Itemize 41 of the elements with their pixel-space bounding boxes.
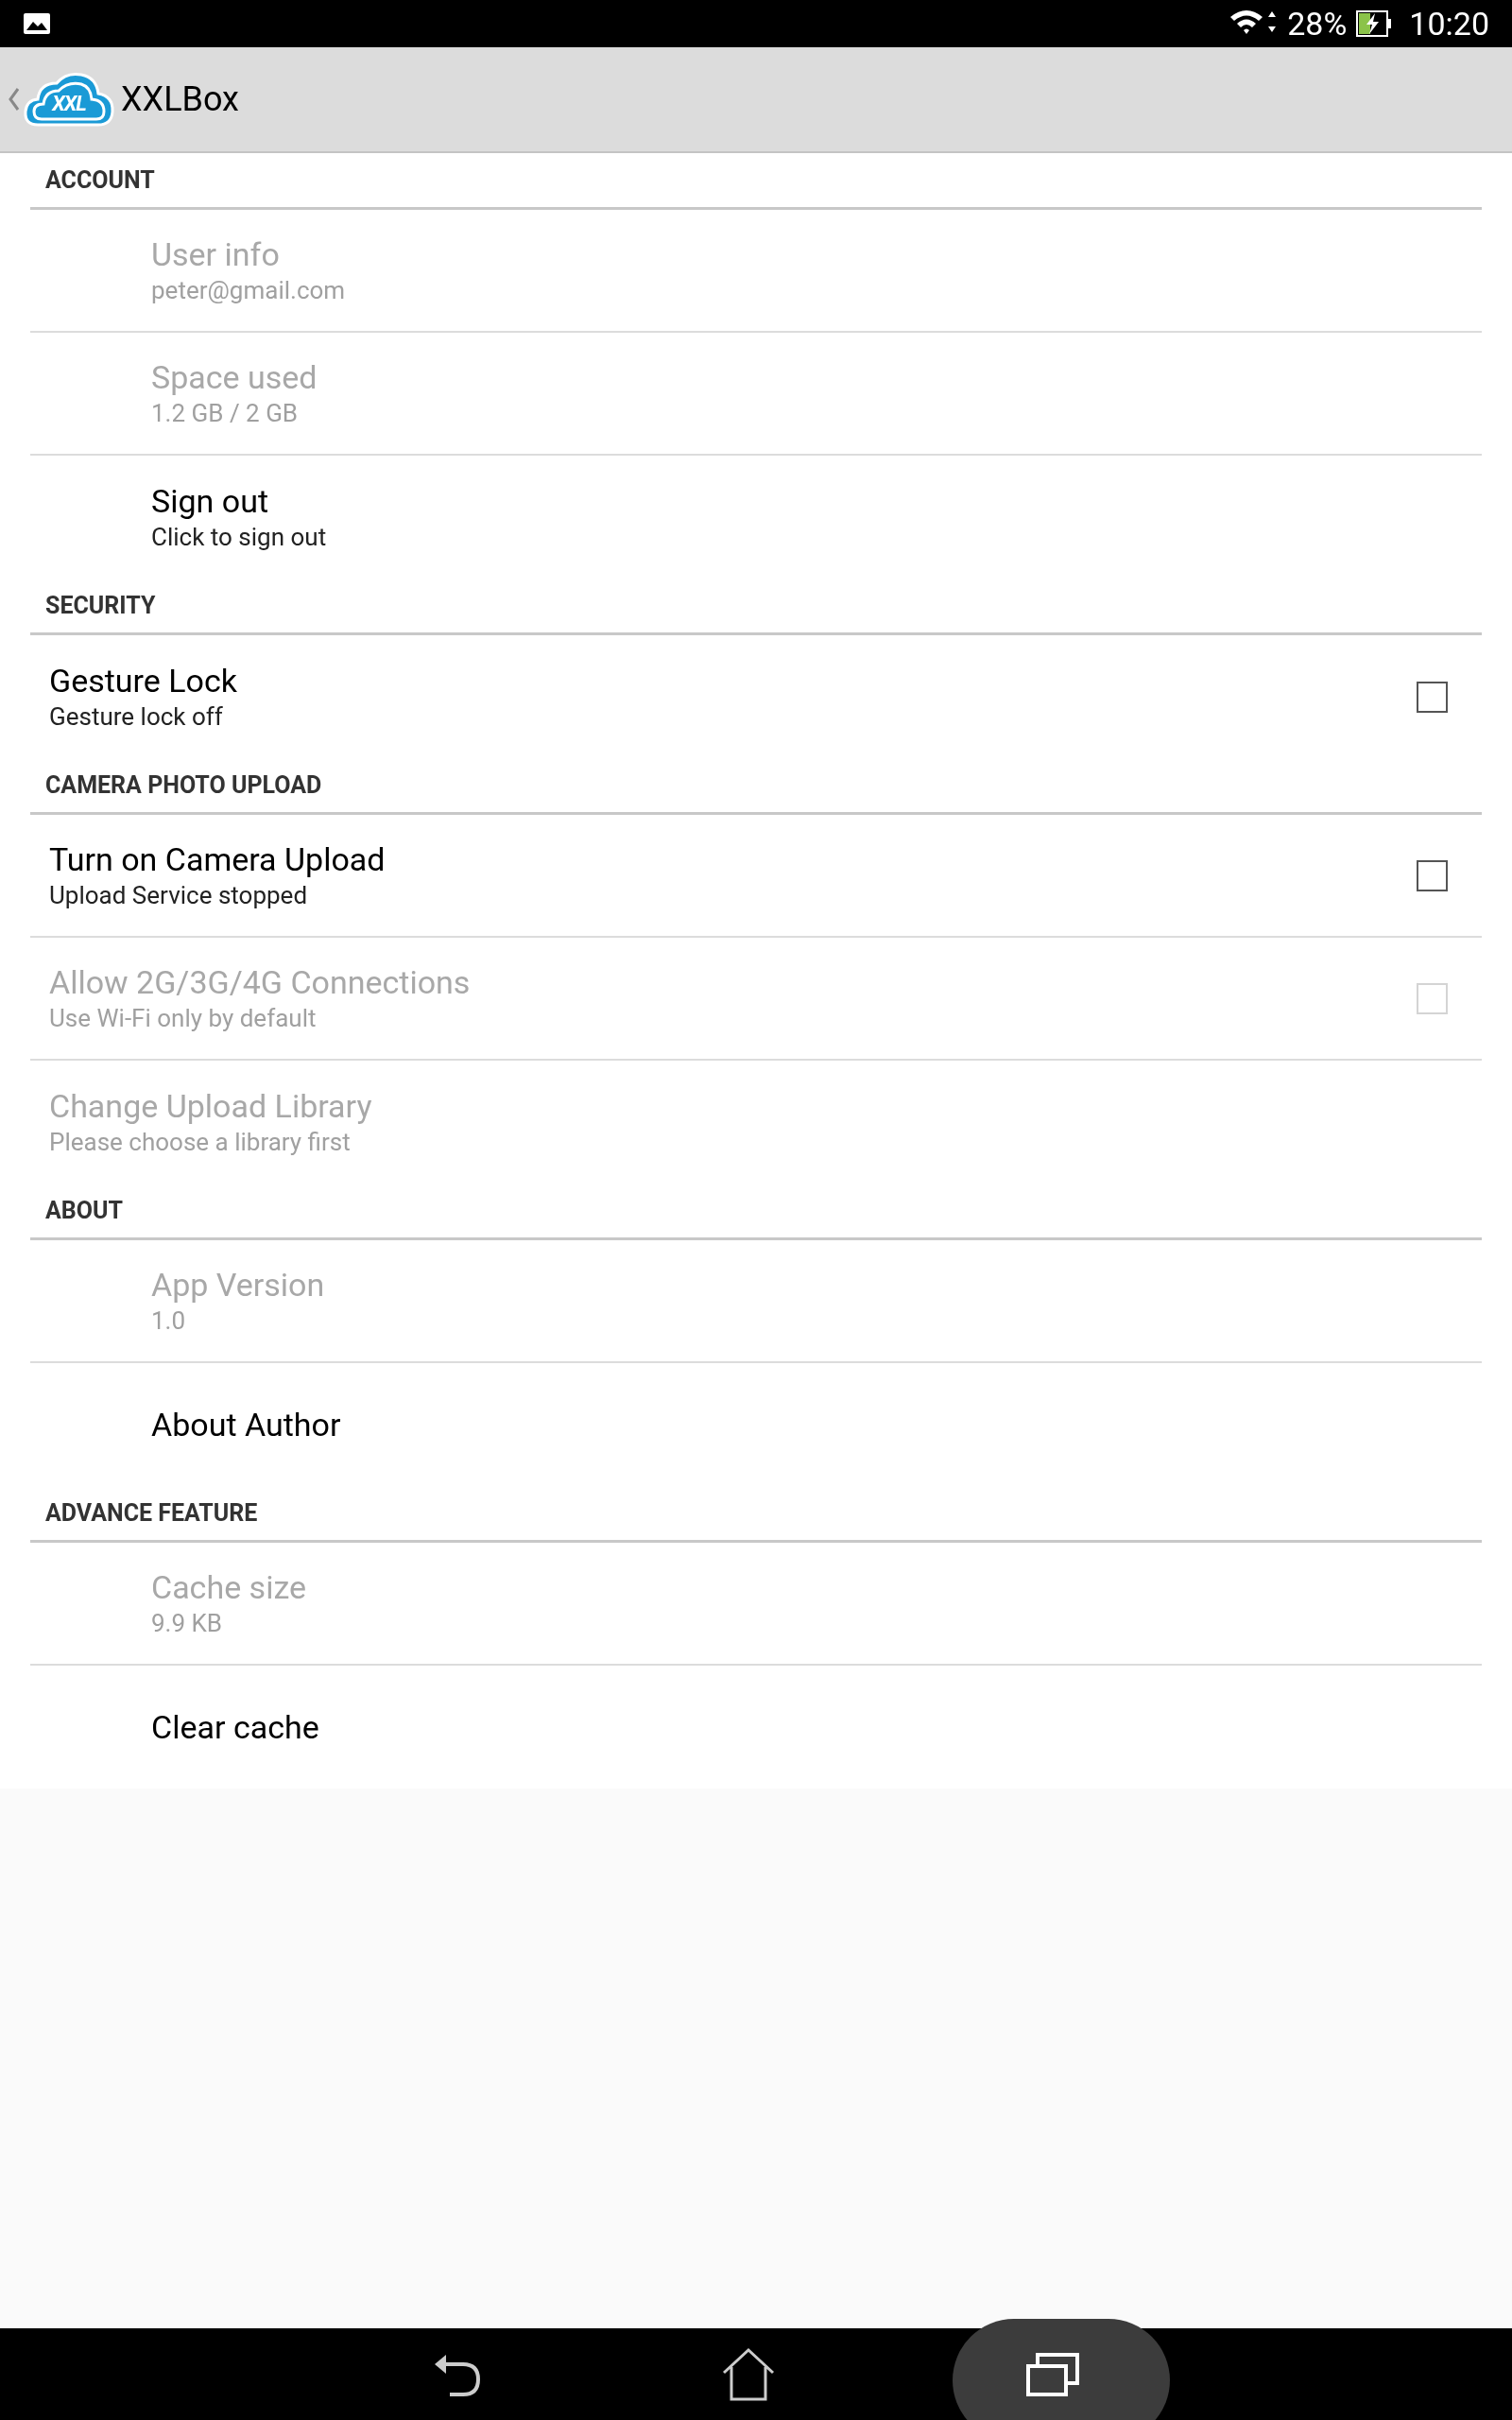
- setting-summary: 1.2 GB / 2 GB: [151, 398, 300, 429]
- settings-row[interactable]: Clear cache: [30, 1666, 1482, 1789]
- settings-row[interactable]: Gesture Lock Gesture lock off: [30, 635, 1482, 758]
- setting-title: App Version: [151, 1265, 326, 1305]
- app-title: XXLBox: [121, 78, 239, 121]
- section-header: ACCOUNT: [45, 164, 155, 196]
- setting-title: User info: [151, 234, 281, 274]
- app-logo: XXL: [23, 70, 115, 129]
- section-header: CAMERA PHOTO UPLOAD: [45, 769, 322, 801]
- setting-summary: 1.0: [151, 1305, 187, 1337]
- setting-title: Cache size: [151, 1567, 308, 1607]
- recent-apps-icon[interactable]: [1024, 2350, 1081, 2398]
- settings-row[interactable]: Sign out Click to sign out: [30, 456, 1482, 579]
- setting-summary: Gesture lock off: [49, 701, 224, 733]
- setting-title: Clear cache: [151, 1707, 320, 1747]
- section-header: ADVANCE FEATURE: [45, 1497, 258, 1529]
- section-header: ABOUT: [45, 1195, 123, 1226]
- setting-summary: Please choose a library first: [49, 1127, 352, 1158]
- section-header: SECURITY: [45, 590, 156, 621]
- checkbox[interactable]: [1417, 859, 1448, 891]
- setting-title: Gesture Lock: [49, 661, 238, 700]
- checkbox[interactable]: [1417, 681, 1448, 713]
- setting-title: Space used: [151, 357, 318, 397]
- setting-title: Allow 2G/3G/4G Connections: [49, 962, 472, 1002]
- home-icon[interactable]: [720, 2345, 777, 2403]
- settings-row[interactable]: About Author: [30, 1363, 1482, 1486]
- setting-title: About Author: [151, 1405, 342, 1444]
- back-chevron-icon[interactable]: [8, 87, 21, 112]
- setting-summary: Click to sign out: [151, 522, 328, 553]
- settings-row[interactable]: Turn on Camera Upload Upload Service stopped: [30, 815, 1482, 938]
- clock-time: 10:20: [1409, 3, 1489, 44]
- setting-summary: peter@gmail.com: [151, 275, 347, 306]
- image-icon: [23, 12, 51, 35]
- setting-title: Sign out: [151, 481, 269, 521]
- setting-summary: Upload Service stopped: [49, 880, 309, 911]
- setting-summary: 9.9 KB: [151, 1608, 224, 1639]
- battery-percent: 28%: [1287, 3, 1348, 44]
- setting-title: Change Upload Library: [49, 1086, 373, 1126]
- setting-summary: Use Wi-Fi only by default: [49, 1003, 318, 1034]
- setting-title: Turn on Camera Upload: [49, 839, 387, 879]
- battery-charging-icon: [1356, 10, 1393, 37]
